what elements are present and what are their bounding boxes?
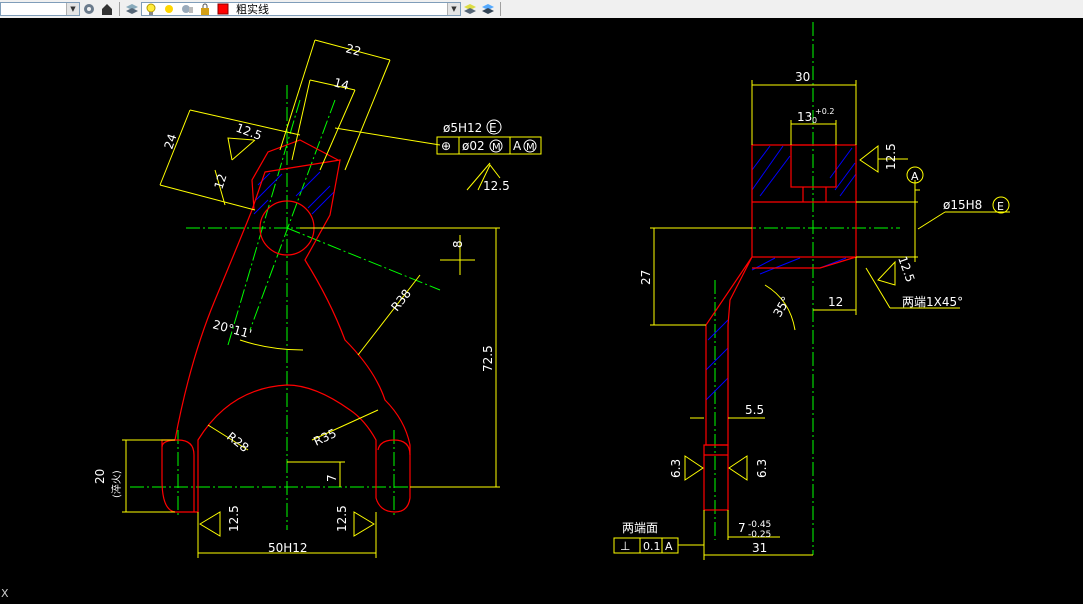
position-symbol: ⊕ bbox=[441, 139, 451, 153]
lock-icon[interactable] bbox=[197, 1, 213, 17]
roughness-right: 12.5 bbox=[335, 505, 349, 532]
roughness-6-3-left: 6.3 bbox=[669, 459, 683, 478]
dim-5-5: 5.5 bbox=[745, 403, 764, 417]
chevron-down-icon[interactable]: ▼ bbox=[447, 3, 460, 15]
datum-a: A bbox=[911, 170, 919, 183]
layer-name-value: 粗实线 bbox=[236, 3, 269, 16]
dim-27: 27 bbox=[639, 270, 653, 285]
roughness-12-5-a: 12.5 bbox=[884, 143, 898, 170]
layers-icon[interactable] bbox=[124, 1, 140, 17]
hole-callout: ø5H12 bbox=[443, 121, 482, 135]
dim-13-lower: 0 bbox=[812, 116, 817, 125]
layer-previous-icon[interactable] bbox=[480, 1, 496, 17]
dim-d15h8: ø15H8 bbox=[943, 198, 982, 212]
chevron-down-icon[interactable]: ▼ bbox=[66, 3, 79, 15]
bulb-on-icon[interactable] bbox=[143, 1, 159, 17]
home-icon[interactable] bbox=[99, 1, 115, 17]
fcf-tolerance: ø02 bbox=[462, 139, 485, 153]
dim-7-side: 7 bbox=[738, 521, 746, 535]
ends-note: 两端面 bbox=[622, 521, 658, 535]
settings-icon[interactable] bbox=[81, 1, 97, 17]
dim-20-note: (淬火) bbox=[110, 470, 123, 498]
dim-72-5: 72.5 bbox=[481, 345, 495, 372]
left-combo[interactable]: ▼ bbox=[0, 2, 80, 16]
perp-tolerance: 0.1 bbox=[643, 540, 661, 553]
dim-30: 30 bbox=[795, 70, 810, 84]
dim-20: 20 bbox=[93, 469, 107, 484]
layer-match-icon[interactable] bbox=[462, 1, 478, 17]
envelope-e-side: E bbox=[997, 200, 1004, 213]
dim-7: 7 bbox=[325, 474, 339, 482]
roughness-left: 12.5 bbox=[227, 505, 241, 532]
roughness-12-5-top: 12.5 bbox=[483, 179, 510, 193]
roughness-6-3-right: 6.3 bbox=[755, 459, 769, 478]
perp-datum: A bbox=[665, 540, 673, 553]
layer-dropdown[interactable]: 粗实线 ▼ bbox=[141, 2, 461, 16]
dim-12-side: 12 bbox=[828, 295, 843, 309]
layer-toolbar: ▼ 粗实线 ▼ bbox=[0, 0, 1083, 19]
dim-7-lower: -0.25 bbox=[748, 530, 771, 540]
chamfer-note: 两端1X45° bbox=[902, 295, 963, 309]
color-swatch-icon[interactable] bbox=[215, 1, 231, 17]
drawing-canvas[interactable]: 22 14 24 12 12.5 ø5H12 E ⊕ ø02 M A M 12.… bbox=[0, 18, 1083, 604]
layer-state-icon[interactable] bbox=[179, 1, 195, 17]
perp-symbol: ⊥ bbox=[620, 539, 630, 553]
toolbar-separator bbox=[500, 2, 501, 16]
fcf-datum: A bbox=[513, 139, 522, 153]
dim-50h12: 50H12 bbox=[268, 541, 308, 555]
dim-31: 31 bbox=[752, 541, 767, 555]
ucs-cursor-icon: X bbox=[1, 587, 9, 600]
toolbar-separator bbox=[119, 2, 120, 16]
dim-13: 13 bbox=[797, 110, 812, 124]
dim-13-upper: +0.2 bbox=[815, 107, 834, 116]
dim-8: 8 bbox=[451, 240, 465, 248]
dim-7-upper: -0.45 bbox=[748, 520, 771, 530]
sun-icon[interactable] bbox=[161, 1, 177, 17]
